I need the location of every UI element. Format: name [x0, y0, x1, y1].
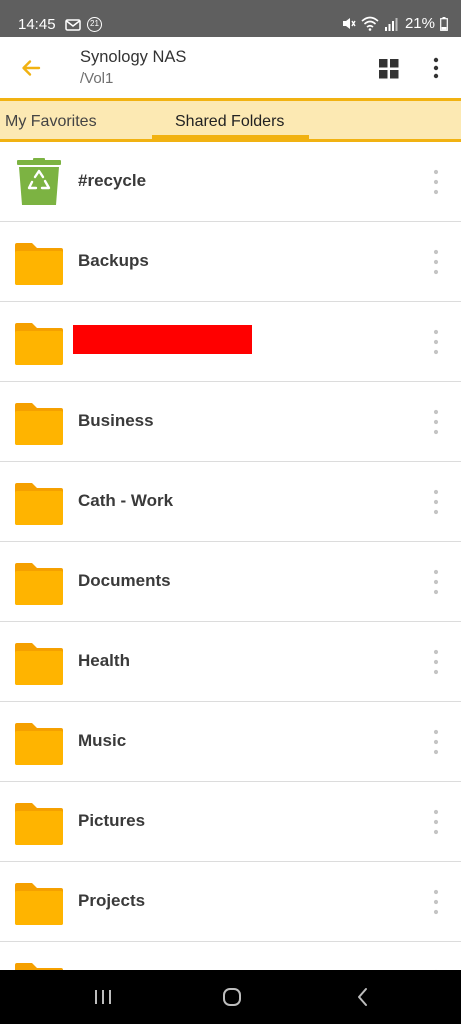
list-item[interactable]: Health — [0, 622, 461, 702]
more-vertical-icon[interactable] — [430, 729, 442, 755]
list-item[interactable]: Backups — [0, 222, 461, 302]
folder-icon — [15, 723, 63, 765]
folder-icon — [15, 803, 63, 845]
folder-icon — [15, 963, 63, 970]
grid-view-button[interactable] — [379, 59, 399, 79]
more-vertical-icon — [433, 57, 439, 79]
status-time: 14:45 — [18, 16, 56, 33]
folder-icon — [15, 243, 63, 285]
more-vertical-icon[interactable] — [430, 329, 442, 355]
list-item[interactable]: Business — [0, 382, 461, 462]
list-item[interactable]: Documents — [0, 542, 461, 622]
more-vertical-icon[interactable] — [430, 409, 442, 435]
folder-icon — [15, 403, 63, 445]
home-icon[interactable] — [219, 984, 245, 1010]
tab-my-favorites[interactable]: My Favorites — [5, 112, 97, 132]
app-bar: Synology NAS /Vol1 — [0, 37, 461, 98]
grid-icon — [379, 59, 399, 79]
title-block: Synology NAS /Vol1 — [80, 47, 186, 89]
list-item[interactable]: Music — [0, 702, 461, 782]
list-item[interactable]: Cath - Work — [0, 462, 461, 542]
more-vertical-icon[interactable] — [430, 489, 442, 515]
folder-icon — [15, 643, 63, 685]
item-name: Business — [78, 411, 154, 430]
redacted-name-block — [73, 325, 252, 354]
recent-apps-icon[interactable] — [90, 984, 116, 1010]
tab-shared-folders[interactable]: Shared Folders — [175, 112, 284, 132]
notification-badge-icon: 21 — [87, 17, 102, 32]
arrow-left-icon — [22, 60, 41, 76]
status-bar: 14:45 21 21% — [0, 0, 461, 37]
wifi-icon — [361, 16, 379, 31]
list-item[interactable]: Projects — [0, 862, 461, 942]
folder-icon — [15, 483, 63, 525]
more-vertical-icon[interactable] — [430, 649, 442, 675]
list-item[interactable]: Pictures — [0, 782, 461, 862]
more-vertical-icon[interactable] — [430, 889, 442, 915]
item-name: Projects — [78, 891, 146, 910]
folder-list: #recycle Backups Business Cath - Work Do… — [0, 142, 461, 970]
item-name: Cath - Work — [78, 491, 174, 510]
battery-percent: 21% — [404, 15, 435, 32]
recycle-bin-icon — [17, 158, 61, 205]
signal-icon — [384, 17, 398, 31]
more-vertical-icon[interactable] — [430, 169, 442, 195]
back-button[interactable] — [20, 57, 42, 79]
item-name: Health — [78, 651, 130, 670]
more-vertical-icon[interactable] — [430, 249, 442, 275]
item-name: Backups — [78, 251, 149, 270]
list-item[interactable] — [0, 942, 461, 970]
item-name: Documents — [78, 571, 171, 590]
item-name: Pictures — [78, 811, 146, 830]
more-vertical-icon[interactable] — [430, 569, 442, 595]
folder-icon — [15, 883, 63, 925]
folder-icon — [15, 563, 63, 605]
mute-icon — [342, 18, 356, 29]
tab-bar: My Favorites Shared Folders — [0, 98, 461, 142]
item-name: #recycle — [78, 171, 147, 190]
system-nav-bar — [0, 970, 461, 1024]
back-icon[interactable] — [350, 984, 376, 1010]
list-item[interactable] — [0, 302, 461, 382]
mail-icon — [65, 18, 81, 31]
folder-icon — [15, 323, 63, 365]
battery-icon — [440, 16, 448, 31]
list-item[interactable]: #recycle — [0, 142, 461, 222]
item-name: Music — [78, 731, 127, 750]
more-vertical-icon[interactable] — [430, 809, 442, 835]
active-tab-indicator — [152, 135, 309, 139]
page-title: Synology NAS — [80, 48, 187, 66]
page-subtitle: /Vol1 — [80, 70, 114, 87]
overflow-menu-button[interactable] — [427, 56, 445, 80]
